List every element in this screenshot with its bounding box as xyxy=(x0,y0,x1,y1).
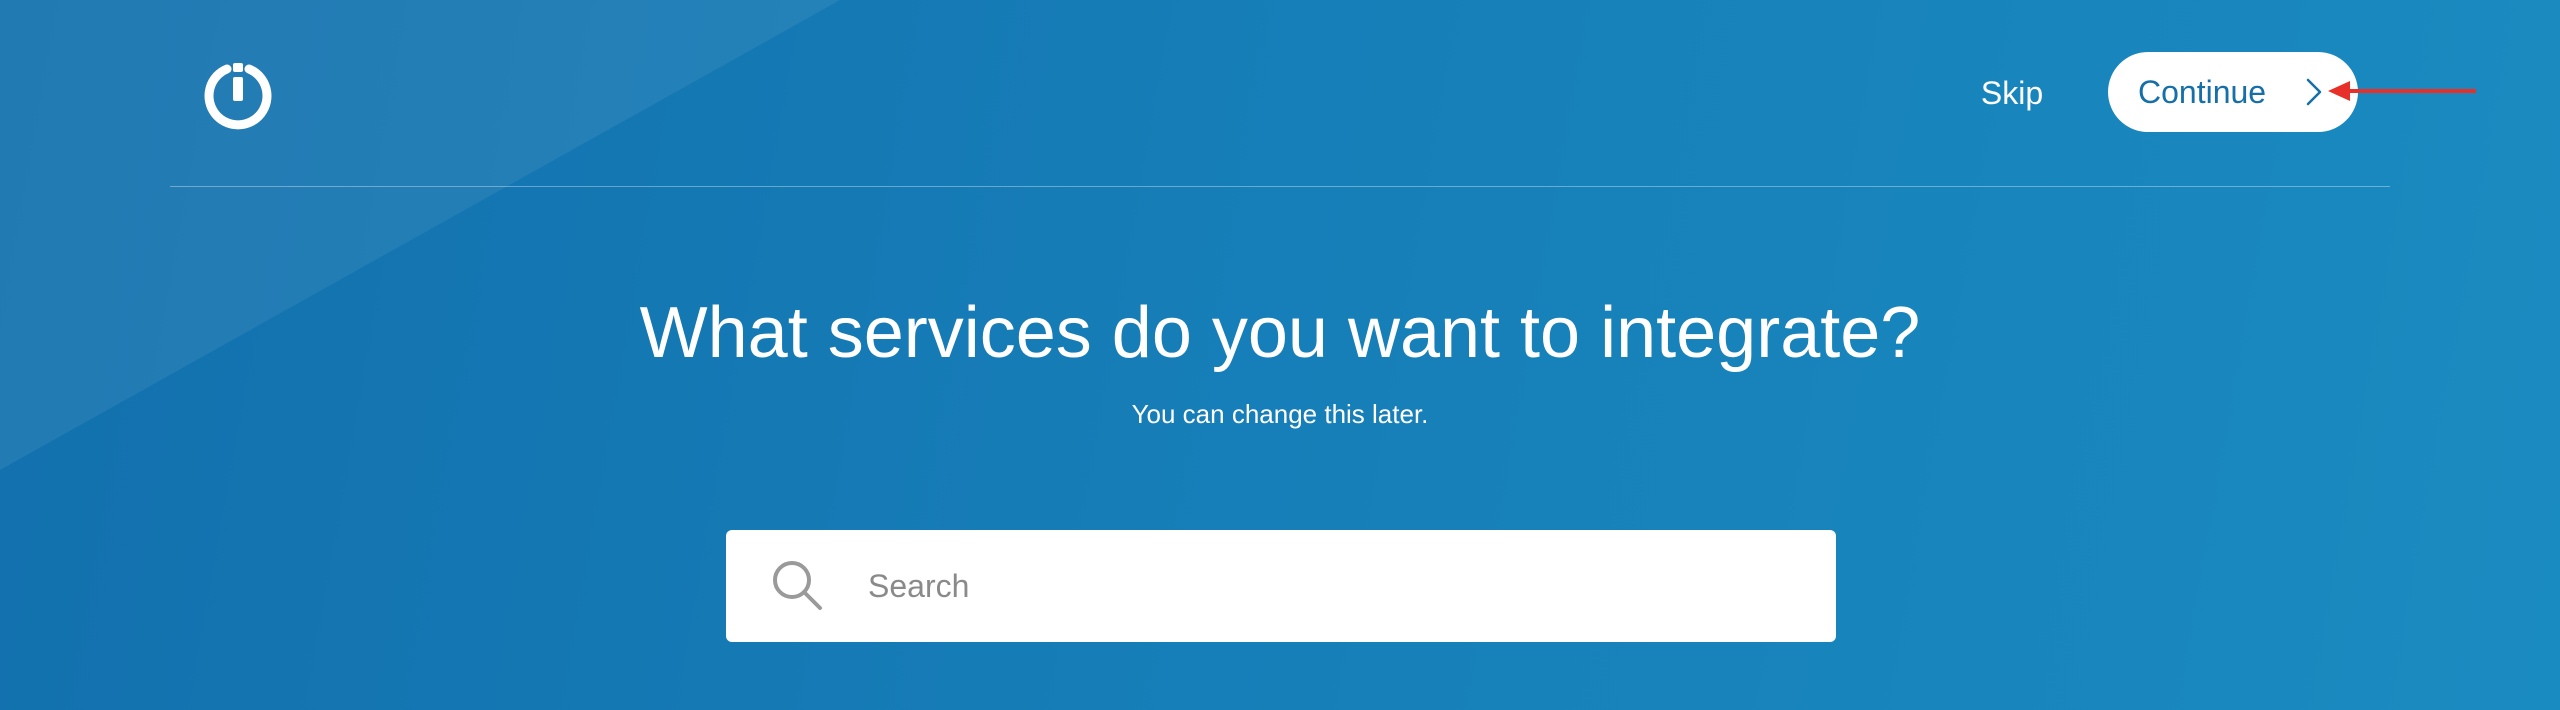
power-i-icon[interactable] xyxy=(200,55,276,131)
arrow-left-icon xyxy=(2328,81,2476,101)
header-divider xyxy=(170,186,2390,187)
page-title: What services do you want to integrate? xyxy=(639,293,1921,373)
continue-button-label: Continue xyxy=(2138,74,2267,110)
page-subtitle: You can change this later. xyxy=(1131,399,1429,429)
onboarding-page: Skip Continue What services do you want … xyxy=(0,0,2560,710)
search-icon xyxy=(773,561,822,610)
search-input[interactable] xyxy=(868,530,1808,642)
skip-link[interactable]: Skip xyxy=(1960,70,2064,116)
search-box[interactable] xyxy=(726,530,1836,642)
